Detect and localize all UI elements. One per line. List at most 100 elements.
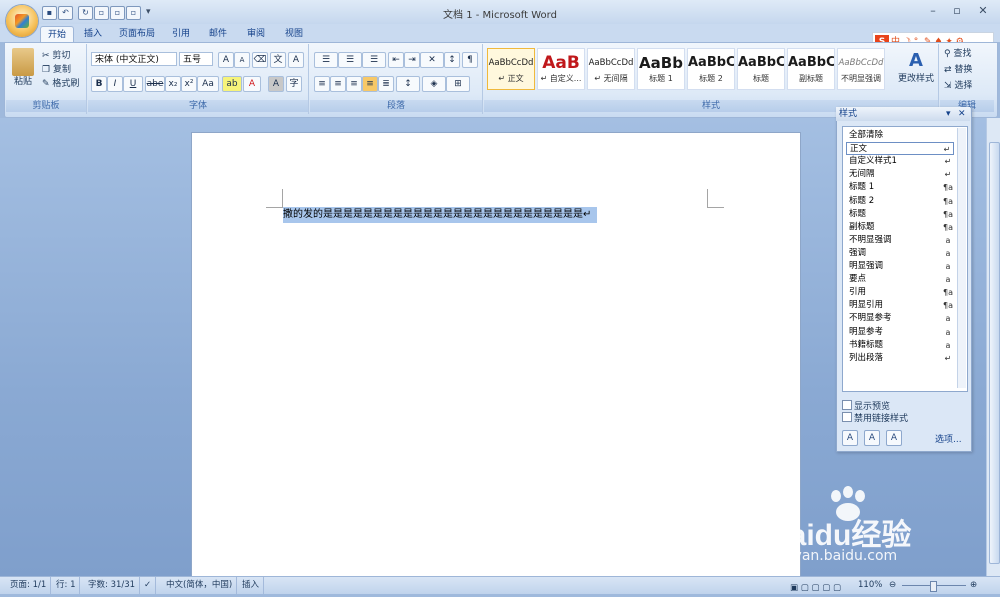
- chinese-layout-icon[interactable]: ✕: [420, 52, 444, 68]
- redo-icon[interactable]: ↻: [78, 6, 93, 20]
- char-border-icon[interactable]: A: [288, 52, 304, 68]
- cut-button[interactable]: ✂ 剪切: [42, 48, 70, 61]
- italic-button[interactable]: I: [107, 76, 123, 92]
- align-center-icon[interactable]: ≡: [330, 76, 346, 92]
- style-list-item[interactable]: 无间隔 ↵: [846, 168, 954, 181]
- new-style-icon[interactable]: A: [842, 430, 858, 446]
- style-list-item[interactable]: 列出段落 ↵: [846, 352, 954, 365]
- status-line[interactable]: 行: 1: [52, 577, 81, 594]
- style-gallery-item[interactable]: AaBbCcDd ↵ 无间隔: [587, 48, 635, 90]
- draft-icon[interactable]: ▢: [833, 583, 841, 593]
- style-list-item[interactable]: 引用 ¶a: [846, 286, 954, 299]
- style-gallery-item[interactable]: AaBb 标题 1: [637, 48, 685, 90]
- style-list-item[interactable]: 副标题 ¶a: [846, 221, 954, 234]
- highlight-button[interactable]: ab: [222, 76, 242, 92]
- qat-customize-icon[interactable]: ▾: [146, 7, 151, 17]
- tab-references[interactable]: 引用: [166, 26, 196, 42]
- strikethrough-button[interactable]: abe: [145, 76, 165, 92]
- style-list-item[interactable]: 明显强调 a: [846, 260, 954, 273]
- phonetic-icon[interactable]: 文: [270, 52, 286, 68]
- pane-menu-icon[interactable]: ▾: [946, 107, 951, 121]
- style-list-item[interactable]: 不明显参考 a: [846, 312, 954, 325]
- font-name-combo[interactable]: 宋体 (中文正文): [91, 52, 177, 66]
- zoom-in-icon[interactable]: ⊕: [970, 577, 977, 594]
- undo-icon[interactable]: ↶: [58, 6, 73, 20]
- zoom-out-icon[interactable]: ⊖: [889, 577, 896, 594]
- clear-format-icon[interactable]: ⌫: [252, 52, 268, 68]
- tab-view[interactable]: 视图: [278, 26, 310, 42]
- proofing-icon[interactable]: ✓: [140, 577, 157, 594]
- disable-linked-checkbox[interactable]: [842, 412, 852, 422]
- save-icon[interactable]: ▪: [42, 6, 57, 20]
- manage-styles-icon[interactable]: A: [886, 430, 902, 446]
- tab-review[interactable]: 审阅: [240, 26, 272, 42]
- close-button[interactable]: ✕: [972, 3, 994, 19]
- decrease-indent-icon[interactable]: ⇤: [388, 52, 404, 68]
- align-right-icon[interactable]: ≡: [346, 76, 362, 92]
- paste-button[interactable]: 粘贴: [10, 74, 36, 87]
- styles-list-scrollbar[interactable]: [957, 128, 966, 388]
- underline-button[interactable]: U: [123, 76, 143, 92]
- copy-button[interactable]: ❐ 复制: [42, 62, 71, 75]
- find-button[interactable]: ⚲ 查找: [944, 46, 971, 59]
- print-layout-icon[interactable]: ▣: [790, 583, 798, 593]
- open-icon[interactable]: ▫: [126, 6, 141, 20]
- minimize-button[interactable]: –: [922, 3, 944, 19]
- change-case-button[interactable]: Aa: [197, 76, 219, 92]
- line-spacing-icon[interactable]: ↕: [396, 76, 420, 92]
- outline-icon[interactable]: ▢: [822, 583, 830, 593]
- status-language[interactable]: 中文(简体，中国): [162, 577, 238, 594]
- bullets-icon[interactable]: ☰: [314, 52, 338, 68]
- style-gallery-item[interactable]: AaB ↵ 自定义...: [537, 48, 585, 90]
- style-list-item[interactable]: 标题 2 ¶a: [846, 195, 954, 208]
- grow-font-button[interactable]: A: [218, 52, 234, 68]
- tab-insert[interactable]: 插入: [78, 26, 108, 42]
- tab-mailings[interactable]: 邮件: [202, 26, 234, 42]
- print-icon[interactable]: ▫: [94, 6, 109, 20]
- numbering-icon[interactable]: ☰: [338, 52, 362, 68]
- style-gallery-item[interactable]: AaBbC 标题 2: [687, 48, 735, 90]
- zoom-level[interactable]: 110%: [858, 577, 882, 594]
- office-button[interactable]: [6, 5, 38, 37]
- options-link[interactable]: 选项...: [935, 432, 962, 445]
- web-layout-icon[interactable]: ▢: [811, 583, 819, 593]
- align-left-icon[interactable]: ≡: [314, 76, 330, 92]
- style-list-item[interactable]: 自定义样式1 ↵: [846, 155, 954, 168]
- font-size-combo[interactable]: 五号: [179, 52, 213, 66]
- style-gallery-item[interactable]: AaBbC 副标题: [787, 48, 835, 90]
- style-list-item[interactable]: 强调 a: [846, 247, 954, 260]
- style-list-item[interactable]: 标题 ¶a: [846, 208, 954, 221]
- tab-page-layout[interactable]: 页面布局: [114, 26, 160, 42]
- subscript-button[interactable]: x₂: [165, 76, 181, 92]
- zoom-slider-thumb[interactable]: [930, 581, 937, 592]
- status-page[interactable]: 页面: 1/1: [6, 577, 52, 594]
- select-button[interactable]: ⇲ 选择: [944, 78, 972, 91]
- change-styles-button[interactable]: A 更改样式: [898, 50, 934, 84]
- char-shading-button[interactable]: A: [268, 76, 284, 92]
- increase-indent-icon[interactable]: ⇥: [404, 52, 420, 68]
- full-screen-icon[interactable]: ▢: [801, 583, 809, 593]
- font-color-button[interactable]: A: [243, 76, 261, 92]
- shrink-font-button[interactable]: A: [234, 52, 250, 68]
- distributed-icon[interactable]: ≣: [378, 76, 394, 92]
- new-doc-icon[interactable]: ▫: [110, 6, 125, 20]
- bold-button[interactable]: B: [91, 76, 107, 92]
- paste-icon[interactable]: [12, 48, 34, 76]
- style-list-item[interactable]: 标题 1 ¶a: [846, 181, 954, 194]
- vertical-scrollbar[interactable]: [986, 118, 1000, 576]
- style-list-item[interactable]: 书籍标题 a: [846, 339, 954, 352]
- show-marks-icon[interactable]: ¶: [462, 52, 478, 68]
- pane-close-icon[interactable]: ✕: [958, 107, 966, 121]
- style-list-item[interactable]: 正文 ↵: [846, 142, 954, 156]
- document-text[interactable]: 撒的发的是是是是是是是是是是是是是是是是是是是是是是是是是是↵: [283, 207, 598, 223]
- style-inspector-icon[interactable]: A: [864, 430, 880, 446]
- status-mode[interactable]: 插入: [238, 577, 265, 594]
- tab-home[interactable]: 开始: [40, 26, 74, 43]
- style-list-item[interactable]: 明显参考 a: [846, 326, 954, 339]
- shading-icon[interactable]: ◈: [422, 76, 446, 92]
- enclose-char-button[interactable]: 字: [286, 76, 302, 92]
- style-gallery-item[interactable]: AaBbCcDd ↵ 正文: [487, 48, 535, 90]
- status-words[interactable]: 字数: 31/31: [84, 577, 141, 594]
- superscript-button[interactable]: x²: [181, 76, 197, 92]
- restore-button[interactable]: ▫: [946, 3, 968, 19]
